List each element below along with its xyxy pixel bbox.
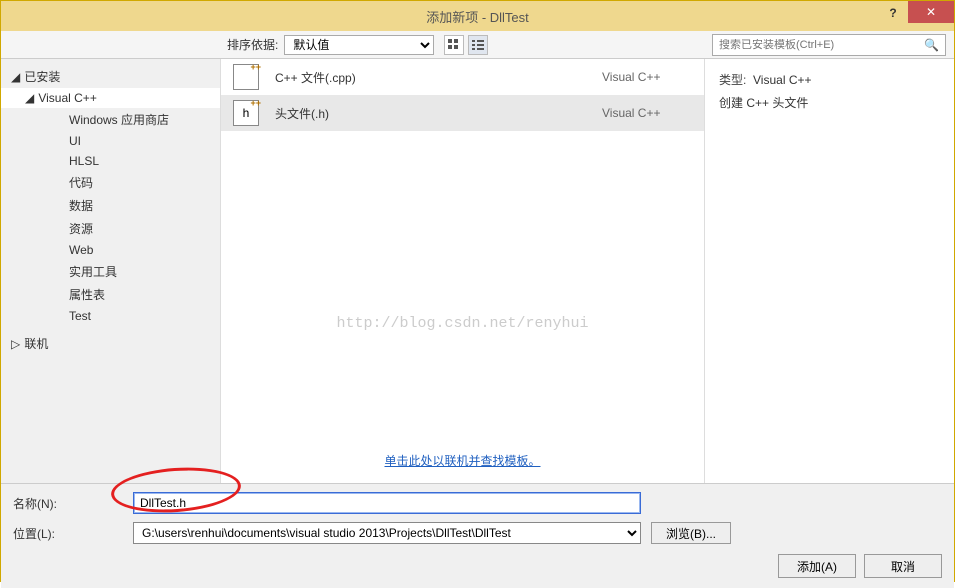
template-list-panel: ++ C++ 文件(.cpp) Visual C++ h++ 头文件(.h) V… xyxy=(221,59,704,483)
tree-sub-item[interactable]: 数据 xyxy=(49,194,220,217)
template-name: C++ 文件(.cpp) xyxy=(275,69,602,86)
location-select[interactable]: G:\users\renhui\documents\visual studio … xyxy=(133,522,641,544)
details-type-value: Visual C++ xyxy=(753,73,811,87)
template-name: 头文件(.h) xyxy=(275,105,602,122)
tree-sub-item[interactable]: Test xyxy=(49,306,220,326)
location-label: 位置(L): xyxy=(13,525,133,542)
template-type: Visual C++ xyxy=(602,106,692,120)
add-button[interactable]: 添加(A) xyxy=(778,554,856,578)
name-input[interactable] xyxy=(133,492,641,514)
tree-visual-cpp[interactable]: ◢ Visual C++ xyxy=(1,88,220,108)
browse-button[interactable]: 浏览(B)... xyxy=(651,522,731,544)
list-icon xyxy=(472,39,484,51)
name-label: 名称(N): xyxy=(13,495,133,512)
sort-label: 排序依据: xyxy=(227,36,278,53)
tree-sub-item[interactable]: 资源 xyxy=(49,217,220,240)
bottom-form: 名称(N): 位置(L): G:\users\renhui\documents\… xyxy=(1,483,954,588)
title-bar: 添加新项 - DllTest ? ✕ xyxy=(1,1,954,31)
details-panel: 类型: Visual C++ 创建 C++ 头文件 xyxy=(704,59,954,483)
sort-select[interactable]: 默认值 xyxy=(284,35,434,55)
search-input[interactable] xyxy=(719,39,924,51)
details-type-label: 类型: xyxy=(719,73,746,87)
window-title: 添加新项 - DllTest xyxy=(1,7,954,26)
cancel-button[interactable]: 取消 xyxy=(864,554,942,578)
tree-sub-item[interactable]: 实用工具 xyxy=(49,260,220,283)
cpp-file-icon: ++ xyxy=(233,64,259,90)
tree-sub-item[interactable]: Windows 应用商店 xyxy=(49,108,220,131)
template-item-cpp[interactable]: ++ C++ 文件(.cpp) Visual C++ xyxy=(221,59,704,95)
template-item-header[interactable]: h++ 头文件(.h) Visual C++ xyxy=(221,95,704,131)
search-box[interactable]: 🔍 xyxy=(712,34,946,56)
tree-sub-item[interactable]: HLSL xyxy=(49,151,220,171)
category-sidebar: ◢ 已安装 ◢ Visual C++ Windows 应用商店 UI HLSL … xyxy=(1,59,221,483)
close-button[interactable]: ✕ xyxy=(908,1,954,23)
online-templates-link[interactable]: 单击此处以联机并查找模板。 xyxy=(384,454,540,468)
view-list-button[interactable] xyxy=(468,35,488,55)
search-icon: 🔍 xyxy=(924,38,939,52)
tree-online[interactable]: ▷ 联机 xyxy=(1,332,220,355)
grid-icon xyxy=(448,39,460,51)
toolbar: 排序依据: 默认值 🔍 xyxy=(1,31,954,59)
template-type: Visual C++ xyxy=(602,70,692,84)
help-button[interactable]: ? xyxy=(878,1,908,25)
tree-sub-item[interactable]: 代码 xyxy=(49,171,220,194)
tree-sub-item[interactable]: Web xyxy=(49,240,220,260)
header-file-icon: h++ xyxy=(233,100,259,126)
tree-installed[interactable]: ◢ 已安装 xyxy=(1,65,220,88)
tree-sub-item[interactable]: 属性表 xyxy=(49,283,220,306)
view-grid-button[interactable] xyxy=(444,35,464,55)
details-description: 创建 C++ 头文件 xyxy=(719,94,940,111)
tree-sub-item[interactable]: UI xyxy=(49,131,220,151)
